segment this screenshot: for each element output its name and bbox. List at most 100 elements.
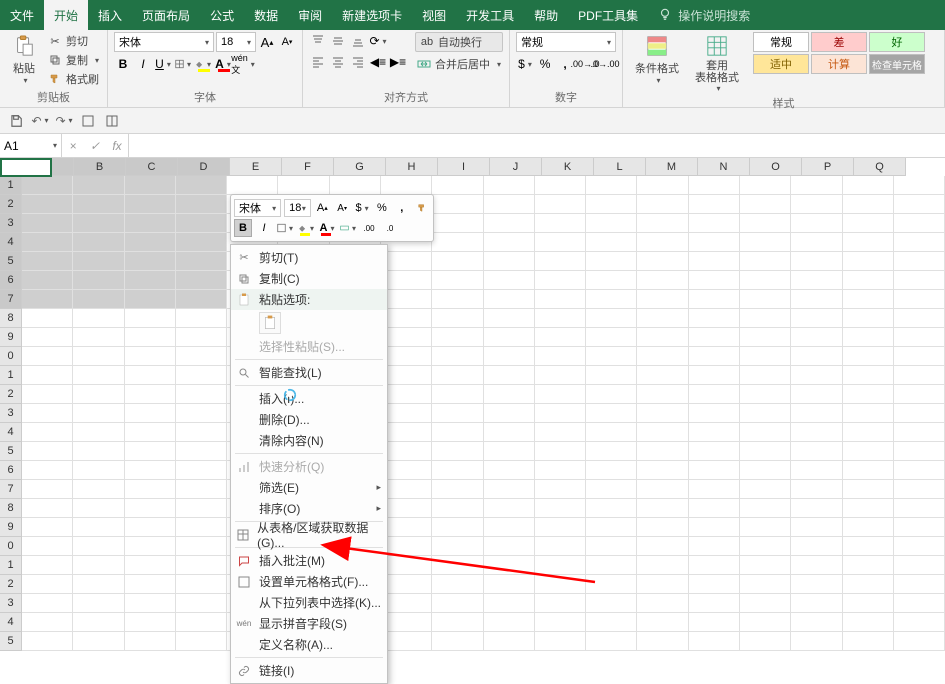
cell[interactable] [740, 632, 791, 651]
row-header[interactable]: 8 [0, 309, 22, 328]
cell[interactable] [381, 575, 432, 594]
cell[interactable] [73, 537, 124, 556]
cell[interactable] [125, 233, 176, 252]
save-button[interactable] [8, 113, 24, 129]
cell[interactable] [791, 366, 842, 385]
cell[interactable] [125, 594, 176, 613]
cell-style-bad[interactable]: 差 [811, 32, 867, 52]
row-header[interactable]: 1 [0, 176, 22, 195]
cell[interactable] [637, 423, 688, 442]
cell[interactable] [843, 613, 894, 632]
cell[interactable] [637, 499, 688, 518]
cell[interactable] [484, 461, 535, 480]
cell[interactable] [791, 632, 842, 651]
cell[interactable] [535, 328, 586, 347]
row-header[interactable]: 5 [0, 632, 22, 651]
cell[interactable] [73, 518, 124, 537]
cell[interactable] [381, 442, 432, 461]
cell[interactable] [740, 499, 791, 518]
cell[interactable] [484, 575, 535, 594]
accounting-button[interactable]: $▾ [516, 55, 534, 73]
ctx-define-name[interactable]: 定义名称(A)... [231, 634, 387, 655]
row-header[interactable]: 9 [0, 328, 22, 347]
cell-style-calc[interactable]: 计算 [811, 54, 867, 74]
cell[interactable] [689, 537, 740, 556]
shrink-font-button[interactable]: A▾ [278, 33, 296, 51]
cell[interactable] [22, 575, 73, 594]
cell[interactable] [586, 404, 637, 423]
cell[interactable] [125, 252, 176, 271]
ctx-copy[interactable]: 复制(C) [231, 268, 387, 289]
cell[interactable] [586, 309, 637, 328]
cell[interactable] [22, 556, 73, 575]
cell[interactable] [791, 537, 842, 556]
cell[interactable] [894, 442, 945, 461]
cell[interactable] [586, 423, 637, 442]
cell[interactable] [894, 423, 945, 442]
cell[interactable] [637, 233, 688, 252]
qat-item-1[interactable] [80, 113, 96, 129]
tab-file[interactable]: 文件 [0, 0, 44, 30]
cell[interactable] [791, 556, 842, 575]
mini-font-color[interactable]: A▾ [318, 219, 336, 237]
tell-me-search[interactable]: 操作说明搜索 [658, 0, 750, 30]
cell[interactable] [689, 290, 740, 309]
cell[interactable] [894, 632, 945, 651]
cell[interactable] [484, 347, 535, 366]
cell[interactable] [22, 385, 73, 404]
cell[interactable] [381, 385, 432, 404]
cell[interactable] [22, 252, 73, 271]
cell[interactable] [689, 195, 740, 214]
cell[interactable] [791, 594, 842, 613]
ctx-insert[interactable]: 插入(I)... [231, 388, 387, 409]
row-header[interactable]: 6 [0, 461, 22, 480]
ctx-clear[interactable]: 清除内容(N) [231, 430, 387, 451]
cell[interactable] [535, 290, 586, 309]
cell[interactable] [637, 252, 688, 271]
cell[interactable] [843, 423, 894, 442]
cancel-formula-button[interactable]: × [62, 139, 84, 153]
cell[interactable] [73, 632, 124, 651]
cell[interactable] [843, 214, 894, 233]
cell[interactable] [740, 214, 791, 233]
cell[interactable] [381, 461, 432, 480]
orientation-button[interactable]: ⟳▾ [369, 32, 387, 50]
cell[interactable] [535, 271, 586, 290]
ctx-smart-find[interactable]: 智能查找(L) [231, 362, 387, 383]
cell[interactable] [22, 366, 73, 385]
cell[interactable] [586, 233, 637, 252]
cell[interactable] [176, 518, 227, 537]
cell[interactable] [843, 271, 894, 290]
cell[interactable] [740, 252, 791, 271]
cell[interactable] [125, 613, 176, 632]
mini-comma[interactable]: , [393, 199, 410, 217]
align-top-button[interactable] [309, 32, 327, 50]
cell[interactable] [791, 176, 842, 195]
tab-home[interactable]: 开始 [44, 0, 88, 30]
border-button[interactable]: ▾ [174, 55, 192, 73]
cell[interactable] [125, 499, 176, 518]
col-header[interactable]: C [126, 158, 178, 176]
cell[interactable] [740, 518, 791, 537]
align-middle-button[interactable] [329, 32, 347, 50]
cell[interactable] [791, 347, 842, 366]
cell[interactable] [176, 556, 227, 575]
cell[interactable] [586, 556, 637, 575]
cell[interactable] [176, 480, 227, 499]
cell[interactable] [586, 214, 637, 233]
cell[interactable] [843, 461, 894, 480]
col-header[interactable]: Q [854, 158, 906, 176]
italic-button[interactable]: I [134, 55, 152, 73]
cell[interactable] [484, 594, 535, 613]
cell[interactable] [73, 271, 124, 290]
cell[interactable] [73, 347, 124, 366]
name-box[interactable]: A1▾ [0, 134, 62, 157]
cell[interactable] [740, 480, 791, 499]
cell[interactable] [689, 518, 740, 537]
table-format-button[interactable]: 套用 表格格式▾ [689, 32, 745, 95]
cell[interactable] [740, 594, 791, 613]
cell[interactable] [637, 556, 688, 575]
tab-layout[interactable]: 页面布局 [132, 0, 200, 30]
cell[interactable] [73, 176, 124, 195]
cell[interactable] [484, 309, 535, 328]
